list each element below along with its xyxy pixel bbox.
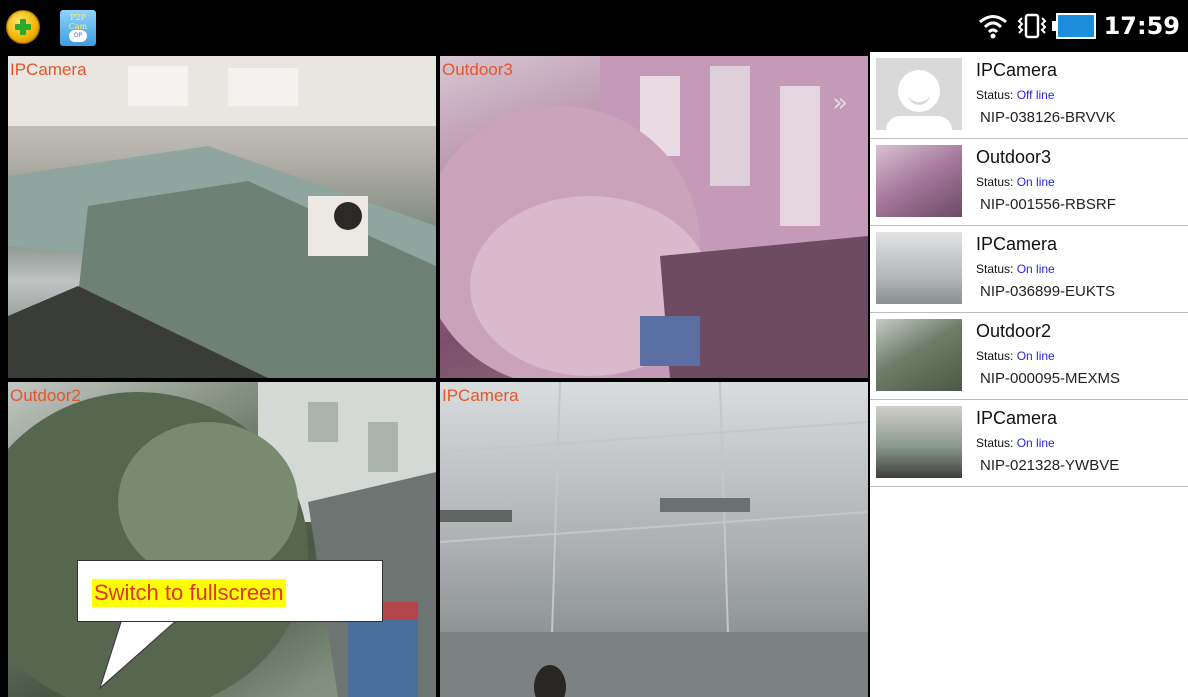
camera-item-uid: NIP-000095-MEXMS — [980, 370, 1121, 387]
camera-item-status: Status: On line — [976, 175, 1055, 189]
camera-item-uid: NIP-038126-BRVVK — [980, 109, 1116, 126]
camera-thumbnail — [876, 406, 962, 478]
camera-list-panel: IPCamera Status: Off line NIP-038126-BRV… — [870, 52, 1188, 697]
camera-list-item[interactable]: Outdoor3 Status: On line NIP-001556-RBSR… — [870, 139, 1188, 226]
camera-item-status: Status: On line — [976, 349, 1055, 363]
camera-feed-image — [440, 56, 868, 378]
p2p-cam-icon-label: P2P Cam — [68, 13, 88, 31]
camera-list-item[interactable]: Outdoor2 Status: On line NIP-000095-MEXM… — [870, 313, 1188, 400]
camera-view-label: Outdoor3 — [442, 60, 513, 79]
status-icons: 17:59 — [978, 6, 1180, 46]
camera-item-name: IPCamera — [976, 234, 1058, 254]
camera-list-item[interactable]: IPCamera Status: On line NIP-036899-EUKT… — [870, 226, 1188, 313]
p2p-cam-app-icon[interactable]: P2P Cam OP — [60, 10, 96, 46]
camera-view-3[interactable]: Outdoor2 — [8, 382, 436, 697]
vibrate-icon — [1017, 13, 1047, 39]
callout-text: Switch to fullscreen — [92, 579, 286, 607]
camera-thumbnail — [876, 232, 962, 304]
camera-view-label: IPCamera — [10, 60, 87, 79]
camera-feed-image — [8, 56, 436, 378]
camera-view-1[interactable]: IPCamera — [8, 56, 436, 378]
camera-view-4[interactable]: IPCamera — [440, 382, 868, 697]
fullscreen-hint-callout: Switch to fullscreen — [77, 560, 383, 622]
camera-item-name: Outdoor2 — [976, 321, 1052, 341]
camera-item-uid: NIP-036899-EUKTS — [980, 283, 1116, 300]
camera-thumbnail — [876, 145, 962, 217]
camera-view-label: IPCamera — [442, 386, 519, 405]
camera-item-status: Status: On line — [976, 436, 1055, 450]
wifi-icon — [978, 15, 1007, 39]
camera-list-item[interactable]: IPCamera Status: On line NIP-021328-YWBV… — [870, 400, 1188, 487]
status-bar: P2P Cam OP 17:59 — [0, 0, 1188, 52]
camera-view-2[interactable]: Outdoor3 » — [440, 56, 868, 378]
add-app-icon[interactable] — [6, 10, 40, 44]
camera-item-name: IPCamera — [976, 408, 1058, 428]
camera-thumbnail — [876, 319, 962, 391]
camera-item-name: Outdoor3 — [976, 147, 1052, 167]
camera-feed-image — [440, 382, 868, 697]
camera-item-status: Status: On line — [976, 262, 1055, 276]
battery-icon — [1051, 13, 1096, 39]
camera-list-item[interactable]: IPCamera Status: Off line NIP-038126-BRV… — [870, 52, 1188, 139]
p2p-cam-icon-sublabel: OP — [69, 30, 87, 42]
camera-item-uid: NIP-001556-RBSRF — [980, 196, 1116, 213]
camera-view-label: Outdoor2 — [10, 386, 81, 405]
camera-feed-image — [8, 382, 436, 697]
camera-item-status: Status: Off line — [976, 88, 1055, 102]
offline-camera-placeholder-icon — [876, 58, 962, 130]
plus-icon — [15, 19, 31, 35]
camera-item-name: IPCamera — [976, 60, 1058, 80]
camera-item-uid: NIP-021328-YWBVE — [980, 457, 1120, 474]
double-chevron-right-icon[interactable]: » — [832, 88, 848, 118]
status-clock: 17:59 — [1103, 12, 1180, 40]
